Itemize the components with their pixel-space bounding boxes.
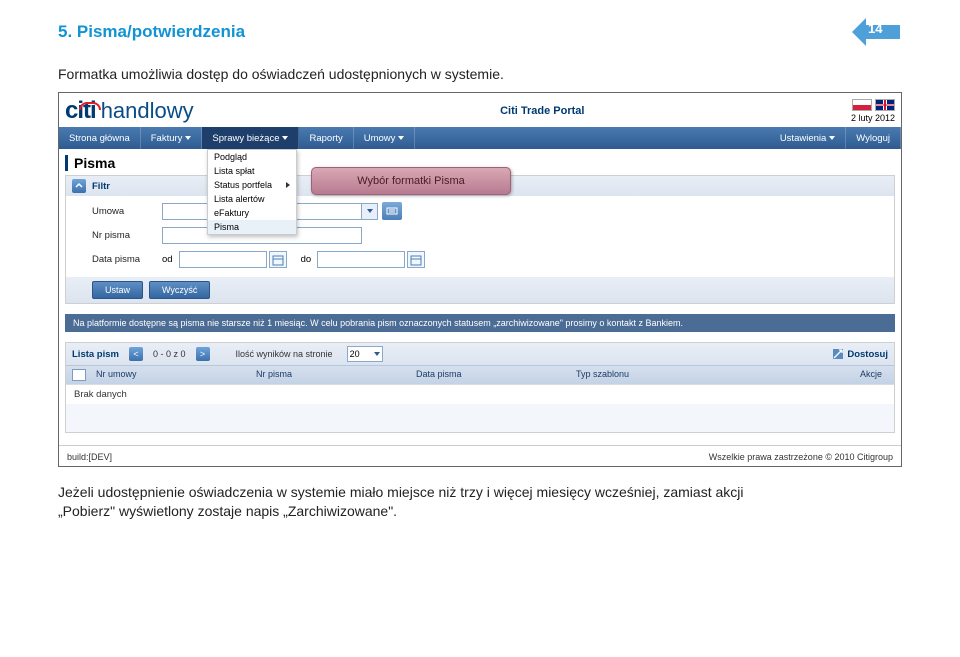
pager-range: 0 - 0 z 0: [153, 349, 186, 359]
select-all-checkbox[interactable]: [72, 369, 86, 381]
list-panel: Lista pism < 0 - 0 z 0 > Ilość wyników n…: [65, 342, 895, 433]
portal-title: Citi Trade Portal: [500, 105, 584, 117]
app-footer: build:[DEV] Wszelkie prawa zastrzeżone ©…: [59, 445, 901, 466]
wyczysc-button[interactable]: Wyczyść: [149, 281, 210, 299]
brand-handlowy: handlowy: [101, 98, 194, 124]
nav-raporty[interactable]: Raporty: [299, 127, 353, 149]
brand-arc-icon: [79, 102, 101, 110]
flag-pl-icon[interactable]: [852, 99, 872, 111]
table-header: Nr umowy Nr pisma Data pisma Typ szablon…: [66, 365, 894, 384]
page-number: 14: [868, 21, 882, 36]
section-marker-icon: [65, 155, 68, 171]
chevron-down-icon: [374, 352, 380, 356]
app-header: citi handlowy Citi Trade Portal 2 luty 2…: [59, 93, 901, 127]
page-number-arrow: 14: [852, 14, 900, 54]
label-umowa: Umowa: [92, 206, 162, 217]
filter-heading: Filtr: [92, 181, 110, 192]
dostosuj-button[interactable]: Dostosuj: [833, 349, 888, 360]
date-from-input[interactable]: [179, 251, 267, 268]
collapse-button[interactable]: [72, 179, 86, 193]
date-to-input[interactable]: [317, 251, 405, 268]
col-nr-umowy[interactable]: Nr umowy: [96, 369, 256, 381]
app-screenshot-frame: citi handlowy Citi Trade Portal 2 luty 2…: [58, 92, 902, 467]
ustaw-button[interactable]: Ustaw: [92, 281, 143, 299]
label-data-pisma: Data pisma: [92, 254, 162, 265]
copyright: Wszelkie prawa zastrzeżone © 2010 Citigr…: [709, 452, 893, 462]
doc-subtitle: Formatka umożliwia dostęp do oświadczeń …: [0, 62, 960, 92]
sprawy-dropdown-menu: Podgląd Lista spłat Status portfela List…: [207, 149, 297, 235]
dropdown-item-pisma[interactable]: Pisma: [208, 220, 296, 234]
nav-ustawienia[interactable]: Ustawienia: [770, 127, 846, 149]
doc-header: 5. Pisma/potwierdzenia 14: [0, 0, 960, 62]
header-date: 2 luty 2012: [851, 113, 895, 123]
dropdown-item-status-portfela[interactable]: Status portfela: [208, 178, 296, 192]
col-akcje: Akcje: [736, 369, 888, 381]
empty-row: Brak danych: [66, 384, 894, 404]
umowa-lookup-button[interactable]: [382, 202, 402, 220]
dropdown-item-efaktury[interactable]: eFaktury: [208, 206, 296, 220]
list-title: Lista pism: [72, 349, 119, 360]
nav-wyloguj[interactable]: Wyloguj: [846, 127, 901, 149]
pager-prev-button[interactable]: <: [129, 347, 143, 361]
chevron-down-icon: [367, 209, 373, 213]
build-label: build:[DEV]: [67, 452, 112, 462]
chevron-down-icon: [282, 136, 288, 140]
nav-umowy[interactable]: Umowy: [354, 127, 416, 149]
pager-next-button[interactable]: >: [196, 347, 210, 361]
nav-sprawy-biezace[interactable]: Sprawy bieżące: [202, 127, 299, 149]
perpage-label: Ilość wyników na stronie: [236, 349, 333, 359]
nav-faktury[interactable]: Faktury: [141, 127, 203, 149]
info-strip: Na platformie dostępne są pisma nie star…: [65, 314, 895, 332]
dropdown-item-lista-alertow[interactable]: Lista alertów: [208, 192, 296, 206]
chevron-down-icon: [398, 136, 404, 140]
flag-uk-icon[interactable]: [875, 99, 895, 111]
label-od: od: [162, 254, 173, 265]
nav-home[interactable]: Strona główna: [59, 127, 141, 149]
col-nr-pisma[interactable]: Nr pisma: [256, 369, 416, 381]
chevron-down-icon: [185, 136, 191, 140]
dropdown-item-lista-splat[interactable]: Lista spłat: [208, 164, 296, 178]
perpage-select[interactable]: 20: [347, 346, 383, 362]
header-date-flags: 2 luty 2012: [851, 99, 895, 123]
customize-icon: [833, 349, 843, 359]
calendar-to-button[interactable]: [407, 251, 425, 268]
col-typ-szablonu[interactable]: Typ szablonu: [576, 369, 736, 381]
chevron-right-icon: [286, 182, 290, 188]
brand-logo: citi handlowy: [65, 97, 194, 125]
calendar-from-button[interactable]: [269, 251, 287, 268]
doc-section-title: 5. Pisma/potwierdzenia: [58, 22, 245, 42]
umowa-dropdown-button[interactable]: [362, 203, 378, 220]
callout-label: Wybór formatki Pisma: [311, 167, 511, 195]
nav-bar: Strona główna Faktury Sprawy bieżące Rap…: [59, 127, 901, 149]
section-title: Pisma: [74, 155, 115, 171]
label-nr-pisma: Nr pisma: [92, 230, 162, 241]
chevron-down-icon: [829, 136, 835, 140]
col-data-pisma[interactable]: Data pisma: [416, 369, 576, 381]
doc-footer-paragraph: Jeżeli udostępnienie oświadczenia w syst…: [0, 477, 960, 521]
label-do: do: [301, 254, 312, 265]
dropdown-item-podglad[interactable]: Podgląd: [208, 150, 296, 164]
